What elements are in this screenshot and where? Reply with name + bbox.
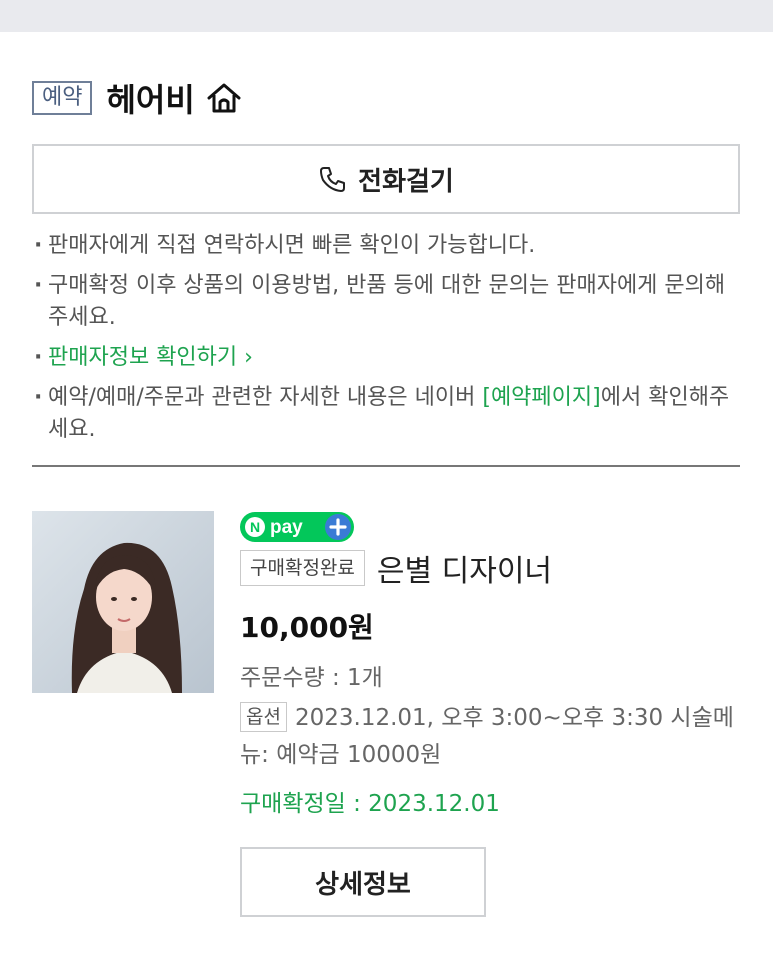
product-name[interactable]: 은별 디자이너 [377, 546, 552, 590]
chevron-right-icon: › [244, 345, 253, 370]
top-bar [0, 0, 773, 32]
svg-text:N: N [250, 519, 260, 535]
notice-item: 구매확정 이후 상품의 이용방법, 반품 등에 대한 문의는 판매자에게 문의해… [32, 270, 744, 334]
notice-item: 판매자에게 직접 연락하시면 빠른 확인이 가능합니다. [32, 230, 744, 262]
option-label: 옵션 [240, 702, 287, 732]
reservation-badge: 예약 [32, 81, 93, 115]
detail-info-label: 상세정보 [315, 869, 411, 900]
store-name[interactable]: 헤어비 [106, 75, 194, 121]
notice-item: 예약/예매/주문과 관련한 자세한 내용은 네이버 [예약페이지]에서 확인해주… [32, 382, 744, 446]
price: 10,000원 [240, 611, 374, 644]
order-quantity: 주문수량 : 1개 [240, 665, 383, 691]
home-icon[interactable] [205, 81, 243, 115]
phone-icon [318, 164, 348, 194]
purchase-status-badge: 구매확정완료 [240, 550, 365, 586]
seller-info-link[interactable]: 판매자정보 확인하기 › [32, 342, 744, 374]
svg-text:pay: pay [270, 517, 303, 538]
divider [32, 465, 740, 467]
notice-list: 판매자에게 직접 연락하시면 빠른 확인이 가능합니다. 구매확정 이후 상품의… [32, 230, 744, 446]
order-option: 옵션 2023.12.01, 오후 3:00~오후 3:30 시술메뉴: 예약금 … [240, 700, 735, 774]
option-text: 2023.12.01, 오후 3:00~오후 3:30 시술메뉴: 예약금 10… [240, 705, 734, 768]
call-button[interactable]: 전화걸기 [32, 144, 740, 214]
call-button-label: 전화걸기 [358, 166, 454, 197]
store-header: 예약 헤어비 [32, 76, 243, 120]
status-row: 구매확정완료 은별 디자이너 [240, 546, 552, 590]
detail-info-button[interactable]: 상세정보 [240, 847, 486, 917]
product-image[interactable] [32, 511, 214, 693]
npay-plus-logo: N pay [240, 512, 354, 546]
reservation-page-link[interactable]: [예약페이지] [482, 385, 600, 410]
purchase-confirm-date: 구매확정일 : 2023.12.01 [240, 791, 500, 817]
